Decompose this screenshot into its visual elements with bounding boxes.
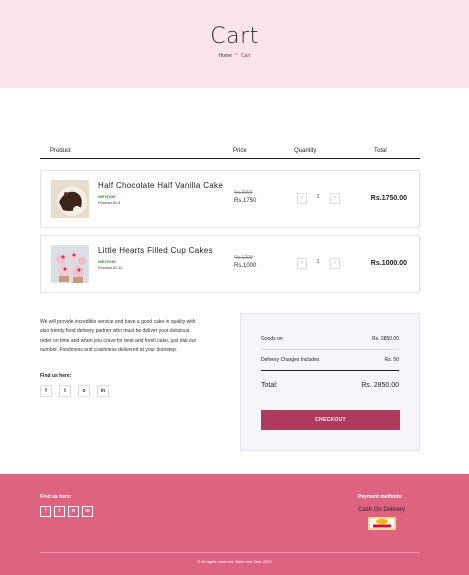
- column-header-total: Total: [374, 148, 387, 154]
- footer-find-us-label: Find us here:: [40, 494, 72, 500]
- original-price: Rs.2000: [234, 190, 253, 196]
- breadcrumb-current: Cart: [241, 53, 251, 59]
- checkout-button[interactable]: CHECKOUT: [261, 410, 400, 430]
- original-price: Rs.1200: [234, 255, 253, 261]
- total-label: Total:: [261, 382, 278, 389]
- quantity-value[interactable]: 1: [313, 259, 323, 265]
- page-title: Cart: [210, 24, 259, 49]
- product-name[interactable]: Little Hearts Filled Cup Cakes: [98, 246, 213, 255]
- product-name[interactable]: Half Chocolate Half Vanilla Cake: [98, 181, 223, 190]
- quantity-decrease-button[interactable]: ‹: [297, 193, 307, 204]
- product-image-heart-cupcakes[interactable]: [51, 245, 89, 283]
- product-id: Product ID:12: [98, 265, 123, 270]
- summary-divider: [261, 349, 399, 350]
- site-footer: Find us here: f t o in Payment methods: …: [0, 474, 469, 575]
- facebook-icon[interactable]: f: [40, 506, 51, 517]
- quantity-value[interactable]: 1: [313, 194, 323, 200]
- find-us-label: Find us here:: [40, 373, 72, 379]
- delivery-label: Delivery Charges Includes: [261, 357, 320, 363]
- sale-price: Rs.1750: [234, 198, 257, 204]
- twitter-icon[interactable]: t: [59, 385, 71, 397]
- breadcrumb-home-link[interactable]: Home: [219, 53, 232, 59]
- breadcrumb-separator: ^: [235, 53, 238, 59]
- cart-row: Half Chocolate Half Vanilla Cake WEYDOK …: [40, 170, 420, 228]
- instagram-icon[interactable]: o: [78, 385, 90, 397]
- cash-on-delivery-badge-icon: [368, 517, 396, 530]
- summary-divider-total: [261, 370, 399, 371]
- line-total: Rs.1750.00: [370, 195, 407, 202]
- goods-value: Rs. 2850.00: [372, 336, 399, 342]
- total-row: Total: Rs. 2850.00: [261, 382, 399, 389]
- column-header-product: Product: [50, 148, 71, 154]
- copyright-text: © All rights reserved. Bake and Take 202…: [197, 559, 272, 564]
- cart-table-header: Product Price Quantity Total: [40, 146, 420, 159]
- facebook-icon[interactable]: f: [40, 385, 52, 397]
- product-type-label: WEYDOK: [98, 259, 116, 264]
- instagram-icon[interactable]: o: [68, 506, 79, 517]
- page-header: Cart Home ^ Cart: [0, 0, 469, 88]
- linkedin-icon[interactable]: in: [97, 385, 109, 397]
- cash-on-delivery-label: Cash On Delivery: [358, 507, 406, 513]
- delivery-value: Rs. 50: [384, 357, 399, 363]
- footer-social-links: f t o in: [40, 506, 93, 517]
- footer-divider: [40, 552, 420, 553]
- product-type-label: WEYDOK: [98, 194, 116, 199]
- total-value: Rs. 2850.00: [361, 382, 399, 389]
- goods-label: Goods on: [261, 336, 283, 342]
- quantity-decrease-button[interactable]: ‹: [297, 258, 307, 269]
- product-image-chocolate-vanilla-cake[interactable]: [51, 180, 89, 218]
- line-total: Rs.1000.00: [370, 260, 407, 267]
- order-summary: Goods on Rs. 2850.00 Delivery Charges In…: [240, 313, 420, 451]
- payment-methods-label: Payment methods:: [358, 494, 403, 500]
- product-id: Product ID:4: [98, 200, 121, 205]
- delivery-row: Delivery Charges Includes Rs. 50: [261, 357, 399, 363]
- social-links: f t o in: [40, 385, 109, 397]
- breadcrumb: Home ^ Cart: [0, 53, 469, 59]
- quantity-increase-button[interactable]: ›: [330, 193, 340, 204]
- linkedin-icon[interactable]: in: [82, 506, 93, 517]
- column-header-quantity: Quantity: [294, 148, 317, 154]
- twitter-icon[interactable]: t: [54, 506, 65, 517]
- cart-row: Little Hearts Filled Cup Cakes WEYDOK Pr…: [40, 235, 420, 293]
- column-header-price: Price: [233, 148, 247, 154]
- goods-row: Goods on Rs. 2850.00: [261, 336, 399, 342]
- sale-price: Rs.1000: [234, 263, 257, 269]
- quantity-increase-button[interactable]: ›: [330, 258, 340, 269]
- about-text: We will provide incredible service and h…: [40, 319, 197, 354]
